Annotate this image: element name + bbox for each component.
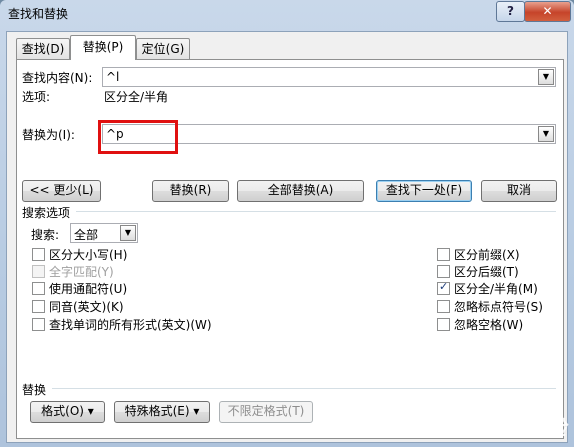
- replace-section-divider: [52, 388, 556, 389]
- replace-button[interactable]: 替换(R): [152, 180, 229, 202]
- all-word-forms-label: 查找单词的所有形式(英文)(W): [49, 318, 212, 332]
- search-scope-value: 全部: [74, 228, 99, 242]
- ignore-whitespace-checkbox[interactable]: [437, 318, 450, 331]
- all-word-forms-checkbox[interactable]: [32, 318, 45, 331]
- find-dropdown-arrow-icon[interactable]: ▼: [538, 69, 554, 85]
- tab-replace[interactable]: 替换(P): [70, 35, 136, 60]
- match-width-label: 区分全/半角(M): [454, 282, 538, 296]
- tab-goto[interactable]: 定位(G): [136, 38, 190, 59]
- replace-label: 替换为(I):: [22, 128, 75, 142]
- replace-all-button[interactable]: 全部替换(A): [237, 180, 364, 202]
- match-case-checkbox[interactable]: [32, 248, 45, 261]
- ignore-whitespace-label: 忽略空格(W): [454, 318, 524, 332]
- whole-word-label: 全字匹配(Y): [49, 265, 114, 279]
- search-options-divider: [76, 211, 556, 212]
- search-options-heading: 搜索选项: [22, 206, 71, 220]
- help-button[interactable]: ?: [496, 1, 525, 22]
- options-label: 选项:: [22, 90, 51, 104]
- sounds-like-checkbox[interactable]: [32, 300, 45, 313]
- ignore-punctuation-label: 忽略标点符号(S): [454, 300, 543, 314]
- tab-find[interactable]: 查找(D): [16, 38, 70, 59]
- highlight-box: [98, 120, 178, 154]
- watermark-logo: Bai 经验: [483, 416, 566, 440]
- special-format-button[interactable]: 特殊格式(E) ▾: [114, 401, 210, 423]
- find-replace-dialog: 查找和替换 ? ✕ 查找(D) 替换(P) 定位(G) 查找内容(N): ^l …: [0, 0, 574, 447]
- match-prefix-checkbox[interactable]: [437, 248, 450, 261]
- window-title: 查找和替换: [8, 7, 69, 21]
- search-scope-select[interactable]: 全部 ▼: [70, 223, 138, 243]
- find-value: ^l: [106, 70, 120, 84]
- no-formatting-button: 不限定格式(T): [219, 401, 313, 423]
- wildcards-checkbox[interactable]: [32, 282, 45, 295]
- match-suffix-label: 区分后缀(T): [454, 265, 519, 279]
- format-button[interactable]: 格式(O) ▾: [30, 401, 105, 423]
- match-case-label: 区分大小写(H): [49, 248, 128, 262]
- wildcards-label: 使用通配符(U): [49, 282, 128, 296]
- close-button[interactable]: ✕: [524, 1, 571, 22]
- match-prefix-label: 区分前缀(X): [454, 248, 520, 262]
- match-width-checkbox[interactable]: [437, 280, 450, 295]
- ignore-punctuation-checkbox[interactable]: [437, 300, 450, 313]
- search-scope-arrow-icon[interactable]: ▼: [120, 225, 136, 241]
- whole-word-checkbox: [32, 265, 45, 278]
- replace-dropdown-arrow-icon[interactable]: ▼: [538, 126, 554, 142]
- less-button[interactable]: << 更少(L): [22, 180, 101, 202]
- replace-section-heading: 替换: [22, 383, 47, 397]
- find-input[interactable]: ^l ▼: [102, 67, 556, 87]
- title-bar[interactable]: 查找和替换 ? ✕: [0, 0, 574, 26]
- sounds-like-label: 同音(英文)(K): [49, 300, 124, 314]
- cancel-button[interactable]: 取消: [481, 180, 557, 202]
- options-value: 区分全/半角: [104, 90, 169, 104]
- match-suffix-checkbox[interactable]: [437, 265, 450, 278]
- find-label: 查找内容(N):: [22, 71, 93, 85]
- find-next-button[interactable]: 查找下一处(F): [376, 180, 472, 202]
- search-scope-label: 搜索:: [31, 228, 60, 242]
